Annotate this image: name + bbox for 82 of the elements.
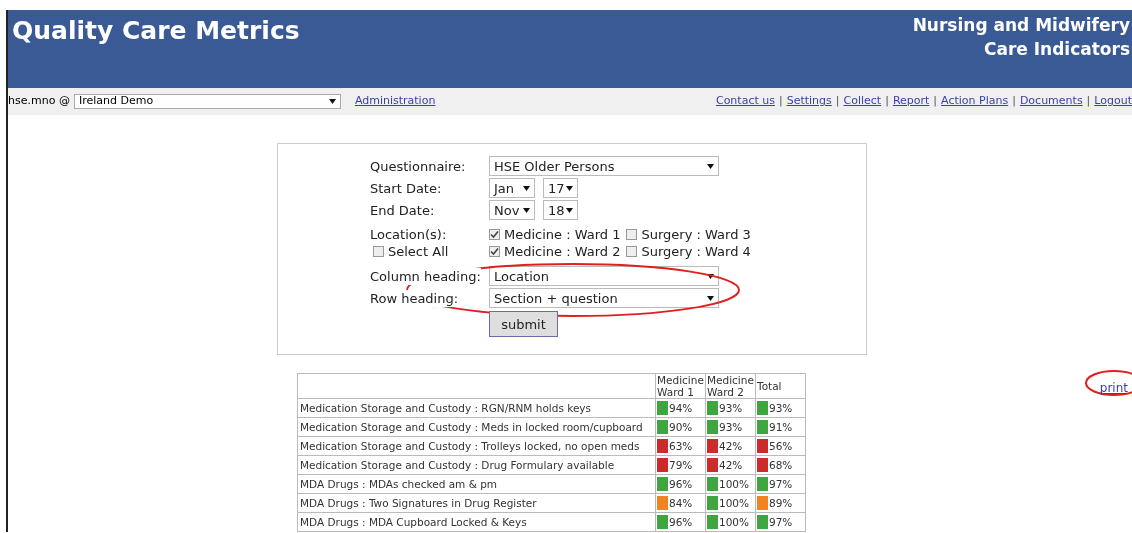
score-value: 42% — [719, 459, 743, 471]
location-option[interactable]: Medicine : Ward 1 — [489, 226, 621, 243]
score-value: 90% — [669, 421, 693, 433]
location-option[interactable]: Medicine : Ward 2 — [489, 243, 621, 260]
nav-link[interactable]: Collect — [843, 93, 882, 110]
question-cell: Medication Storage and Custody : RGN/RNM holds keys — [297, 398, 656, 418]
submit-button[interactable]: submit — [489, 311, 558, 337]
score-value: 100% — [719, 497, 750, 509]
question-cell: Medication Storage and Custody : Trolleys locked, no open meds — [297, 436, 656, 456]
organisation-select[interactable]: Ireland Demo — [73, 94, 341, 109]
row-heading-select[interactable]: Section + question — [489, 288, 719, 308]
dropdown-caret-icon — [707, 273, 714, 279]
score-value: 96% — [669, 478, 693, 490]
column-header: Total — [755, 373, 806, 399]
score-value: 84% — [669, 497, 693, 509]
nav-link[interactable]: Action Plans — [941, 93, 1009, 110]
column-heading-select[interactable]: Location — [489, 266, 719, 286]
column-header: Medicine Ward 2 — [705, 373, 756, 399]
question-cell: MDA Drugs : MDA Cupboard Locked & Keys — [297, 512, 656, 532]
link-separator: | — [933, 93, 938, 110]
field-label: Column heading: — [370, 267, 481, 285]
location-option[interactable]: Surgery : Ward 3 — [626, 226, 751, 243]
checkbox[interactable] — [373, 246, 384, 257]
link-separator: | — [778, 93, 783, 110]
nav-link[interactable]: Documents — [1019, 93, 1083, 110]
score-value: 89% — [769, 497, 793, 509]
score-value: 100% — [719, 478, 750, 490]
score-value: 94% — [669, 402, 693, 414]
score-value: 68% — [769, 459, 793, 471]
dropdown-caret-icon — [707, 295, 714, 301]
location-option[interactable]: Surgery : Ward 4 — [626, 243, 751, 260]
score-value: 63% — [669, 440, 693, 452]
nav-link[interactable]: Logout — [1094, 93, 1132, 110]
administration-link[interactable]: Administration — [354, 93, 436, 110]
link-separator: | — [1012, 93, 1016, 110]
dropdown-caret-icon — [566, 185, 573, 191]
link-separator: | — [1086, 93, 1091, 110]
dropdown-caret-icon — [523, 207, 530, 213]
month-select[interactable]: Nov — [489, 200, 535, 220]
field-label: Questionnaire: — [370, 157, 467, 175]
score-value: 93% — [719, 402, 743, 414]
app-title: Quality Care Metrics — [12, 15, 300, 47]
score-value: 93% — [719, 421, 743, 433]
column-header: Medicine Ward 1 — [655, 373, 706, 399]
score-value: 97% — [769, 516, 793, 528]
link-separator: | — [885, 93, 889, 110]
score-value: 56% — [769, 440, 793, 452]
questionnaire-select[interactable]: HSE Older Persons — [489, 156, 719, 176]
checkbox[interactable] — [489, 229, 500, 240]
year-select[interactable]: 17 — [543, 178, 578, 198]
dropdown-caret-icon — [328, 99, 336, 104]
link-separator: | — [835, 93, 840, 110]
nav-link[interactable]: Settings — [786, 93, 832, 110]
year-select[interactable]: 18 — [543, 200, 578, 220]
score-value: 42% — [719, 440, 743, 452]
score-value: 97% — [769, 478, 793, 490]
score-value: 79% — [669, 459, 693, 471]
score-value: 91% — [769, 421, 793, 433]
app-subtitle: Nursing and Midwifery — [912, 14, 1130, 37]
score-value: 93% — [769, 402, 793, 414]
field-label: End Date: — [370, 201, 436, 219]
score-value: 96% — [669, 516, 693, 528]
checkbox[interactable] — [626, 246, 638, 257]
question-cell: MDA Drugs : Two Signatures in Drug Register — [297, 493, 656, 513]
question-cell: MDA Drugs : MDAs checked am & pm — [297, 474, 656, 494]
question-cell: Medication Storage and Custody : Meds in locked room/cupboard — [297, 417, 656, 437]
question-cell: Medication Storage and Custody : Drug Formulary available — [297, 455, 656, 475]
field-label: Row heading: — [370, 289, 459, 307]
dropdown-caret-icon — [707, 163, 714, 169]
checkbox[interactable] — [626, 229, 638, 240]
user-label: hse.mno @ — [8, 93, 70, 110]
field-label: Start Date: — [370, 179, 443, 197]
dropdown-caret-icon — [523, 185, 530, 191]
month-select[interactable]: Jan — [489, 178, 535, 198]
field-label: Location(s): — [370, 226, 448, 243]
score-value: 100% — [719, 516, 750, 528]
dropdown-caret-icon — [566, 207, 573, 213]
app-subtitle: Care Indicators — [983, 38, 1130, 61]
select-all-option[interactable]: Select All — [370, 243, 489, 260]
nav-link[interactable]: Report — [892, 93, 930, 110]
checkbox[interactable] — [489, 246, 500, 257]
nav-link[interactable]: Contact us — [715, 93, 775, 110]
